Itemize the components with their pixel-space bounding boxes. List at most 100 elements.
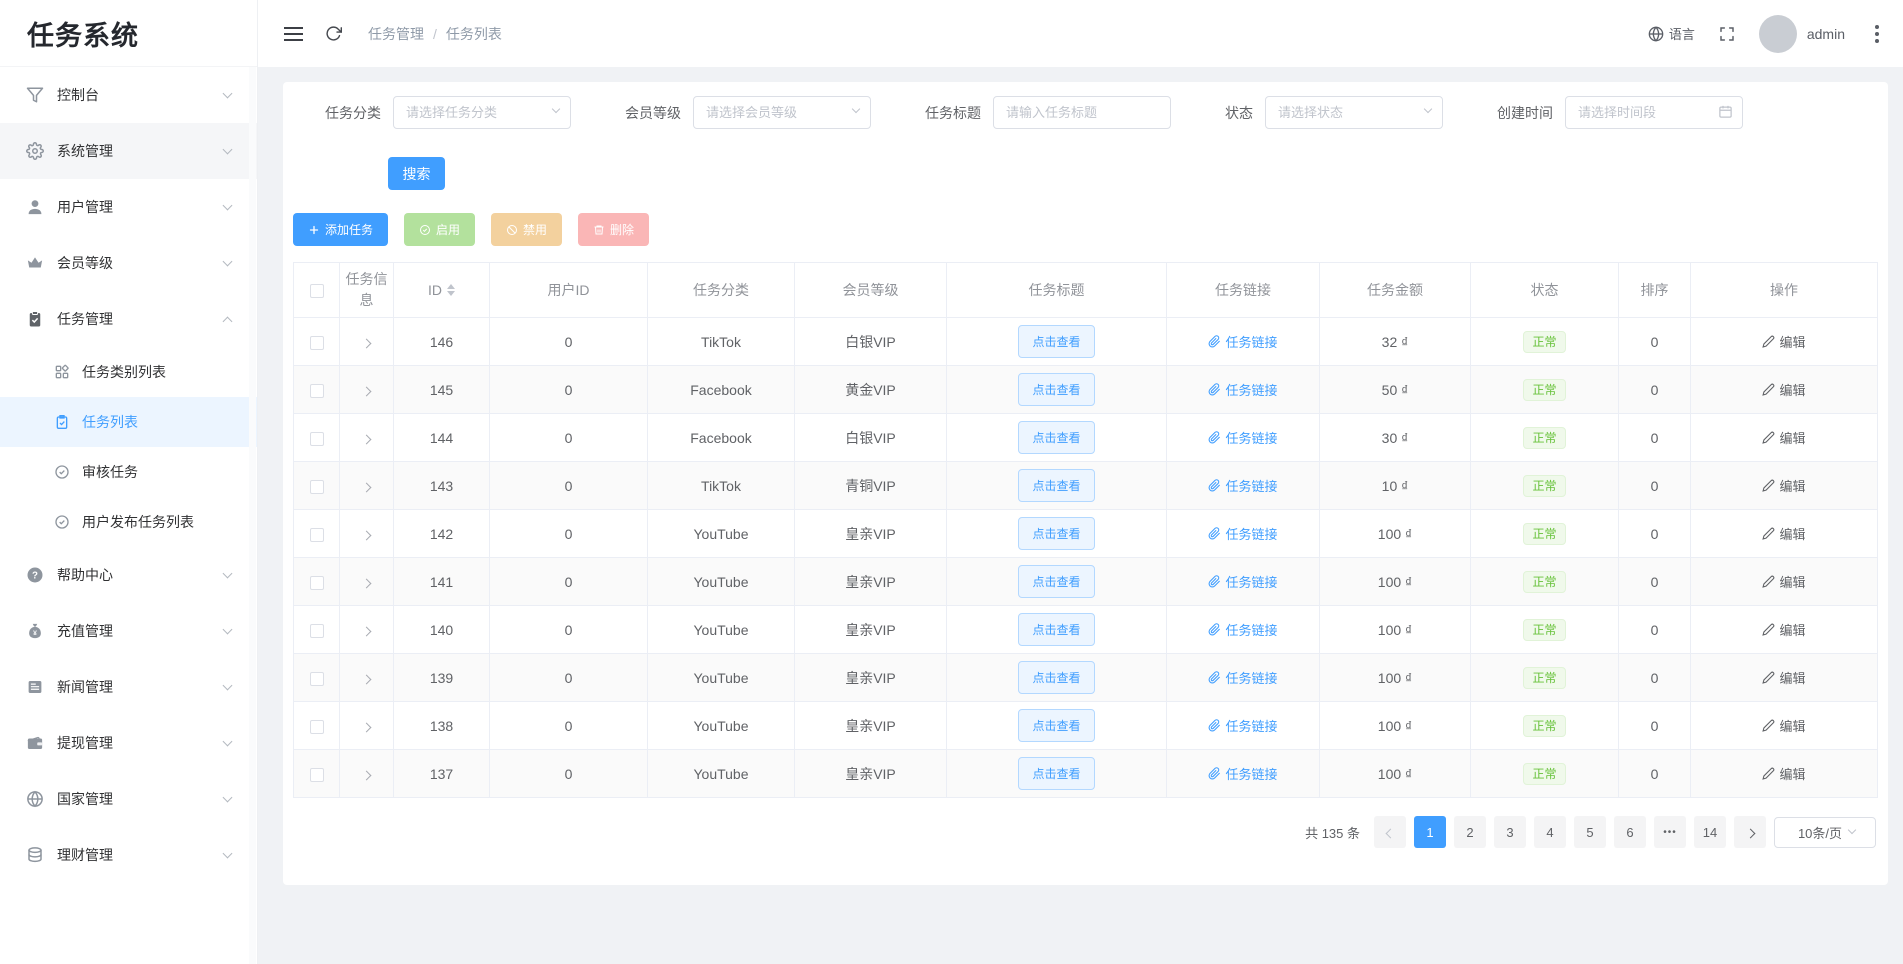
refresh-icon[interactable] [325, 25, 342, 42]
pager-page-2[interactable]: 2 [1454, 816, 1486, 848]
expand-row-icon[interactable] [361, 770, 372, 780]
title-input[interactable] [993, 96, 1171, 129]
edit-button[interactable]: 编辑 [1762, 572, 1806, 591]
sidebar-item[interactable]: 控制台 [0, 67, 257, 123]
pager-prev-button[interactable] [1374, 816, 1406, 848]
edit-button[interactable]: 编辑 [1762, 620, 1806, 639]
task-link[interactable]: 任务链接 [1208, 668, 1278, 687]
task-link[interactable]: 任务链接 [1208, 572, 1278, 591]
view-task-button[interactable]: 点击查看 [1018, 613, 1095, 646]
sidebar-subitem[interactable]: 审核任务 [0, 447, 257, 497]
expand-row-icon[interactable] [361, 386, 372, 396]
row-checkbox[interactable] [309, 719, 324, 734]
expand-row-icon[interactable] [361, 482, 372, 492]
add-task-button[interactable]: 添加任务 [293, 213, 389, 246]
edit-button[interactable]: 编辑 [1762, 716, 1806, 735]
view-task-button[interactable]: 点击查看 [1018, 517, 1095, 550]
sidebar-item[interactable]: ? 帮助中心 [0, 547, 257, 603]
sidebar-item[interactable]: 国家管理 [0, 771, 257, 827]
date-range-input[interactable] [1565, 96, 1743, 129]
expand-row-icon[interactable] [361, 338, 372, 348]
page-size-select[interactable]: 10条/页 [1774, 816, 1876, 848]
column-header-2[interactable]: ID [393, 262, 490, 318]
cell-user-id: 0 [489, 317, 648, 366]
more-options-icon[interactable] [1869, 23, 1885, 45]
pager-next-button[interactable] [1734, 816, 1766, 848]
view-task-button[interactable]: 点击查看 [1018, 469, 1095, 502]
edit-button[interactable]: 编辑 [1762, 332, 1806, 351]
view-task-button[interactable]: 点击查看 [1018, 661, 1095, 694]
user-menu[interactable]: admin [1758, 14, 1845, 53]
delete-button[interactable]: 删除 [578, 213, 650, 246]
pager-page-3[interactable]: 3 [1494, 816, 1526, 848]
pager-page-4[interactable]: 4 [1534, 816, 1566, 848]
row-checkbox[interactable] [309, 335, 324, 350]
sidebar-item[interactable]: 用户管理 [0, 179, 257, 235]
chevron-down-icon [222, 200, 233, 211]
vip-select-input[interactable] [693, 96, 871, 129]
sidebar-item[interactable]: 提现管理 [0, 715, 257, 771]
avatar[interactable] [1758, 14, 1797, 53]
task-link[interactable]: 任务链接 [1208, 380, 1278, 399]
view-task-button[interactable]: 点击查看 [1018, 325, 1095, 358]
task-link[interactable]: 任务链接 [1208, 620, 1278, 639]
sidebar-item[interactable]: 任务管理 [0, 291, 257, 347]
category-select-input[interactable] [393, 96, 571, 129]
expand-row-icon[interactable] [361, 530, 372, 540]
sidebar-item[interactable]: 理财管理 [0, 827, 257, 883]
enable-button[interactable]: 启用 [404, 213, 476, 246]
row-checkbox[interactable] [309, 767, 324, 782]
expand-row-icon[interactable] [361, 722, 372, 732]
view-task-button[interactable]: 点击查看 [1018, 709, 1095, 742]
collapse-menu-icon[interactable] [284, 23, 303, 45]
sidebar-subitem[interactable]: 任务类别列表 [0, 347, 257, 397]
row-checkbox[interactable] [309, 575, 324, 590]
row-checkbox[interactable] [309, 383, 324, 398]
pager-page-5[interactable]: 5 [1574, 816, 1606, 848]
sidebar-item[interactable]: 系统管理 [0, 123, 257, 179]
sidebar-subitem[interactable]: 任务列表 [0, 397, 257, 447]
task-link[interactable]: 任务链接 [1208, 716, 1278, 735]
row-checkbox[interactable] [309, 479, 324, 494]
sidebar-item[interactable]: ¥ 充值管理 [0, 603, 257, 659]
sort-icon[interactable] [447, 284, 455, 296]
view-task-button[interactable]: 点击查看 [1018, 565, 1095, 598]
search-button[interactable]: 搜索 [388, 157, 445, 190]
expand-row-icon[interactable] [361, 674, 372, 684]
sidebar-item[interactable]: 会员等级 [0, 235, 257, 291]
language-switcher[interactable]: 语言 [1648, 24, 1695, 43]
row-checkbox[interactable] [309, 671, 324, 686]
sidebar-item[interactable]: 新闻管理 [0, 659, 257, 715]
edit-button[interactable]: 编辑 [1762, 524, 1806, 543]
task-link[interactable]: 任务链接 [1208, 332, 1278, 351]
expand-row-icon[interactable] [361, 434, 372, 444]
view-task-button[interactable]: 点击查看 [1018, 757, 1095, 790]
row-checkbox[interactable] [309, 623, 324, 638]
row-checkbox[interactable] [309, 431, 324, 446]
edit-button[interactable]: 编辑 [1762, 476, 1806, 495]
view-task-button[interactable]: 点击查看 [1018, 373, 1095, 406]
edit-button[interactable]: 编辑 [1762, 380, 1806, 399]
fullscreen-icon[interactable] [1719, 26, 1735, 42]
edit-button[interactable]: 编辑 [1762, 764, 1806, 783]
table-body: 146 0 TikTok 白银VIP 点击查看 任务链接 32 ₫ 正常 0 编… [293, 317, 1878, 798]
pager-page-1[interactable]: 1 [1414, 816, 1446, 848]
edit-button[interactable]: 编辑 [1762, 428, 1806, 447]
task-link[interactable]: 任务链接 [1208, 764, 1278, 783]
pager-more[interactable]: ••• [1654, 816, 1686, 848]
pager-page-14[interactable]: 14 [1694, 816, 1726, 848]
disable-button[interactable]: 禁用 [491, 213, 563, 246]
edit-button[interactable]: 编辑 [1762, 668, 1806, 687]
status-select-input[interactable] [1265, 96, 1443, 129]
task-link[interactable]: 任务链接 [1208, 476, 1278, 495]
breadcrumb-item[interactable]: 任务管理 [368, 24, 424, 44]
task-link[interactable]: 任务链接 [1208, 524, 1278, 543]
expand-row-icon[interactable] [361, 626, 372, 636]
select-all-checkbox[interactable] [309, 283, 324, 298]
view-task-button[interactable]: 点击查看 [1018, 421, 1095, 454]
row-checkbox[interactable] [309, 527, 324, 542]
sidebar-subitem[interactable]: 用户发布任务列表 [0, 497, 257, 547]
task-link[interactable]: 任务链接 [1208, 428, 1278, 447]
expand-row-icon[interactable] [361, 578, 372, 588]
pager-page-6[interactable]: 6 [1614, 816, 1646, 848]
